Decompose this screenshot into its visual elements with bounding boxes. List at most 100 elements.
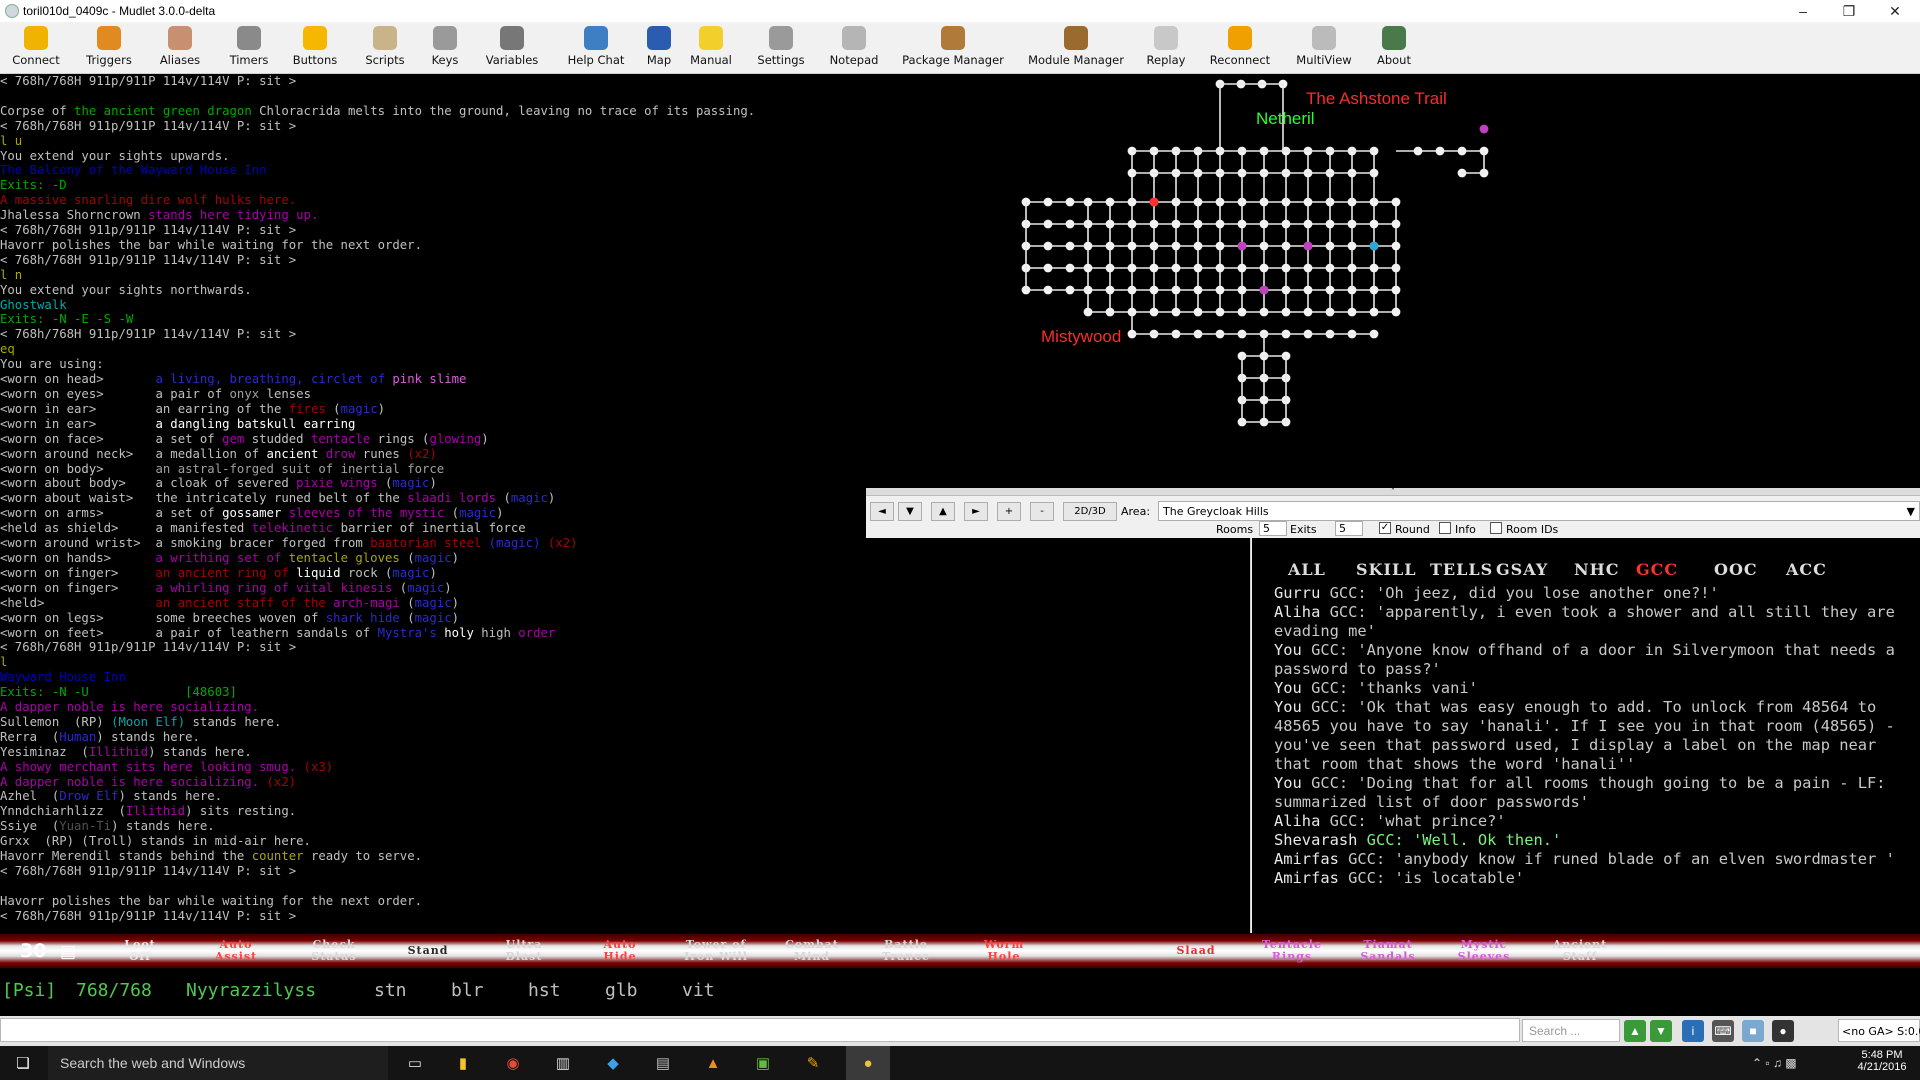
app-diamond-icon[interactable]: ◆	[600, 1051, 626, 1075]
toolbar-help-chat-button[interactable]: Help Chat	[566, 26, 626, 72]
map-room[interactable]	[1281, 263, 1291, 273]
map-room[interactable]	[1043, 263, 1053, 273]
macro-button-combat[interactable]: Combat Mind	[767, 939, 857, 963]
toolbar-keys-button[interactable]: Keys	[415, 26, 475, 72]
map-room[interactable]	[1237, 241, 1247, 251]
macro-button-ancient[interactable]: Ancient Staff	[1535, 939, 1625, 963]
toolbar-replay-button[interactable]: Replay	[1136, 26, 1196, 72]
toolbar-connect-button[interactable]: Connect	[6, 26, 66, 72]
command-glb[interactable]: glb	[605, 980, 638, 1001]
macro-button-battle[interactable]: Battle Trance	[861, 939, 951, 963]
map-room[interactable]	[1303, 241, 1313, 251]
macro-button-check[interactable]: Check Status	[289, 939, 379, 963]
map-room[interactable]	[1259, 219, 1269, 229]
toolbar-notepad-button[interactable]: Notepad	[824, 26, 884, 72]
map-room[interactable]	[1479, 124, 1489, 134]
map-room[interactable]	[1127, 219, 1137, 229]
map-room[interactable]	[1193, 307, 1203, 317]
chrome-icon[interactable]: ◉	[500, 1051, 526, 1075]
map-room[interactable]	[1193, 219, 1203, 229]
map-room[interactable]	[1391, 263, 1401, 273]
map-room[interactable]	[1171, 241, 1181, 251]
map-room[interactable]	[1281, 285, 1291, 295]
round-checkbox[interactable]: ✓	[1379, 522, 1391, 534]
map-room[interactable]	[1193, 263, 1203, 273]
map-room[interactable]	[1215, 285, 1225, 295]
toolbar-multiview-button[interactable]: MultiView	[1294, 26, 1354, 72]
map-room[interactable]	[1215, 263, 1225, 273]
map-room[interactable]	[1237, 307, 1247, 317]
map-room[interactable]	[1149, 241, 1159, 251]
map-room[interactable]	[1259, 263, 1269, 273]
map-room[interactable]	[1105, 219, 1115, 229]
close-button[interactable]: ✕	[1872, 0, 1918, 22]
macro-button-tower-of[interactable]: Tower of Iron Will	[671, 939, 761, 963]
map-room[interactable]	[1369, 307, 1379, 317]
map-room[interactable]	[1347, 263, 1357, 273]
map-room[interactable]	[1149, 307, 1159, 317]
map-room[interactable]	[1149, 197, 1159, 207]
map-room[interactable]	[1303, 285, 1313, 295]
toolbar-scripts-button[interactable]: Scripts	[355, 26, 415, 72]
map-room[interactable]	[1237, 263, 1247, 273]
map-room[interactable]	[1369, 241, 1379, 251]
macro-button-auto[interactable]: Auto Assist	[191, 939, 281, 963]
map-room[interactable]	[1105, 307, 1115, 317]
rooms-spinbox[interactable]: 5	[1259, 521, 1287, 536]
pencil-app-icon[interactable]: ✎	[800, 1051, 826, 1075]
map-room[interactable]	[1171, 263, 1181, 273]
map-room[interactable]	[1281, 307, 1291, 317]
map-room[interactable]	[1303, 307, 1313, 317]
map-room[interactable]	[1215, 307, 1225, 317]
chat-log[interactable]: Gurru GCC: 'Oh jeez, did you lose anothe…	[1274, 584, 1914, 914]
map-room[interactable]	[1325, 263, 1335, 273]
chat-tab-tells[interactable]: TELLS	[1430, 560, 1493, 579]
map-room[interactable]	[1325, 285, 1335, 295]
map-room[interactable]	[1281, 241, 1291, 251]
map-room[interactable]	[1369, 219, 1379, 229]
search-down-icon[interactable]: ▼	[1650, 1020, 1672, 1042]
taskbar-clock[interactable]: 5:48 PM 4/21/2016	[1852, 1049, 1912, 1073]
map-room[interactable]	[1127, 263, 1137, 273]
mapper-view[interactable]: The Ashstone Trail Netheril Mistywood	[866, 74, 1920, 488]
windows-start-icon[interactable]: ❏	[10, 1051, 36, 1075]
library-icon[interactable]: ▥	[550, 1051, 576, 1075]
toolbar-map-button[interactable]: Map	[629, 26, 689, 72]
map-2d3d-toggle[interactable]: 2D/3D	[1063, 502, 1117, 521]
macro-button-tiamat[interactable]: Tiamat Sandals	[1343, 939, 1433, 963]
map-room[interactable]	[1065, 219, 1075, 229]
map-splitter[interactable]: ˄	[866, 488, 1920, 496]
map-room[interactable]	[1347, 219, 1357, 229]
macro-button-slaad[interactable]: Slaad	[1151, 945, 1241, 957]
minimize-button[interactable]: –	[1780, 0, 1826, 22]
chat-tab-gcc[interactable]: GCC	[1636, 560, 1678, 579]
toolbar-triggers-button[interactable]: Triggers	[79, 26, 139, 72]
map-room[interactable]	[1259, 241, 1269, 251]
map-room[interactable]	[1149, 263, 1159, 273]
map-room[interactable]	[1105, 285, 1115, 295]
macro-button-tentacle[interactable]: Tentacle Rings	[1247, 939, 1337, 963]
mudlet-taskbar-icon[interactable]: ●	[846, 1046, 890, 1080]
macro-button-ultra[interactable]: Ultra Blast	[479, 939, 569, 963]
chat-tab-gsay[interactable]: GSAY	[1496, 560, 1548, 579]
vlc-icon[interactable]: ▲	[700, 1051, 726, 1075]
map-room[interactable]	[1065, 285, 1075, 295]
map-room[interactable]	[1325, 307, 1335, 317]
taskbar-search-box[interactable]: Search the web and Windows	[48, 1046, 388, 1080]
map-room[interactable]	[1065, 197, 1075, 207]
trash-icon[interactable]: ▤	[60, 942, 76, 962]
map-room[interactable]	[1347, 241, 1357, 251]
toolbar-aliases-button[interactable]: Aliases	[150, 26, 210, 72]
chat-tab-acc[interactable]: ACC	[1786, 560, 1827, 579]
toolbar-manual-button[interactable]: Manual	[681, 26, 741, 72]
map-room[interactable]	[1105, 197, 1115, 207]
chat-tab-all[interactable]: ALL	[1288, 560, 1326, 579]
toolbar-package-manager-button[interactable]: Package Manager	[902, 26, 1004, 72]
toolbar-about-button[interactable]: About	[1364, 26, 1424, 72]
toolbar-settings-button[interactable]: Settings	[751, 26, 811, 72]
map-room[interactable]	[1171, 285, 1181, 295]
toolbar-reconnect-button[interactable]: Reconnect	[1210, 26, 1270, 72]
area-select[interactable]: The Greycloak Hills ▼	[1158, 501, 1920, 521]
map-room[interactable]	[1043, 285, 1053, 295]
map-room[interactable]	[1215, 219, 1225, 229]
